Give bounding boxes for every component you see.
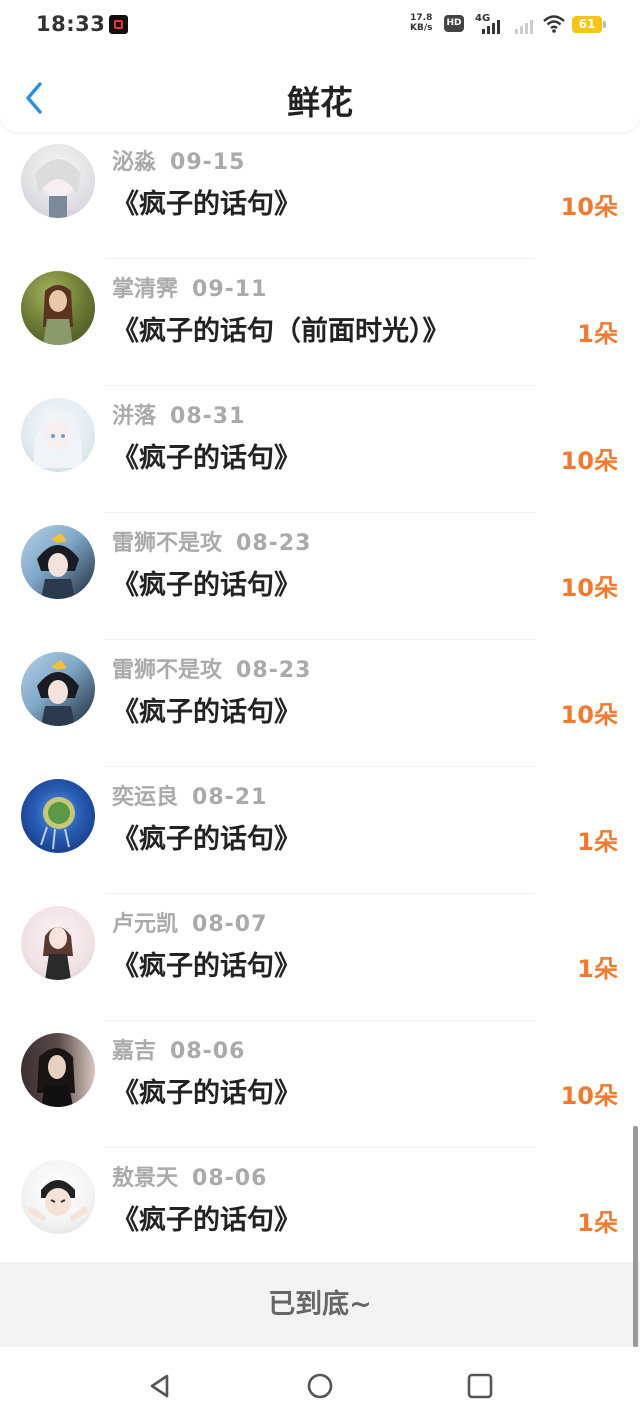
sent-date: 08-23: [236, 658, 312, 683]
list-item[interactable]: 泌淼 09-15 《疯子的话句》 10朵: [0, 132, 640, 259]
sender-meta: 奕运良 08-21: [112, 779, 267, 811]
system-nav-bar: [0, 1347, 640, 1422]
work-title[interactable]: 《疯子的话句》: [112, 690, 301, 729]
flower-count: 1朵: [577, 320, 618, 348]
list-item[interactable]: 掌清霁 09-11 《疯子的话句（前面时光）》 1朵: [0, 259, 640, 386]
sent-date: 08-06: [192, 1166, 268, 1191]
network-speed: 17.8 KB/s: [410, 13, 433, 33]
list-item[interactable]: 嘉吉 08-06 《疯子的话句》 10朵: [0, 1021, 640, 1148]
work-title[interactable]: 《疯子的话句》: [112, 182, 301, 221]
work-title[interactable]: 《疯子的话句》: [112, 817, 301, 856]
flower-count: 10朵: [560, 701, 618, 729]
avatar[interactable]: [21, 144, 95, 218]
sent-date: 08-06: [170, 1039, 246, 1064]
work-title[interactable]: 《疯子的话句》: [112, 944, 301, 983]
sent-date: 09-11: [192, 277, 268, 302]
sender-meta: 雷狮不是攻 08-23: [112, 525, 311, 557]
avatar[interactable]: [21, 525, 95, 599]
list-item[interactable]: 卢元凯 08-07 《疯子的话句》 1朵: [0, 894, 640, 1021]
flower-count: 1朵: [577, 1209, 618, 1237]
flower-count: 10朵: [560, 447, 618, 475]
wifi-icon: [543, 15, 565, 33]
avatar[interactable]: [21, 1033, 95, 1107]
sender-meta: 掌清霁 09-11: [112, 271, 267, 303]
sender-name: 奕运良: [112, 785, 179, 810]
work-title[interactable]: 《疯子的话句》: [112, 1071, 301, 1110]
sender-name: 嘉吉: [112, 1039, 157, 1064]
sender-name: 卢元凯: [112, 912, 179, 937]
flower-count: 10朵: [560, 574, 618, 602]
status-bar: 18:33 17.8 KB/s HD 4G 61: [0, 0, 640, 52]
triangle-back-icon[interactable]: [145, 1371, 175, 1401]
page-header: 鲜花: [0, 52, 640, 132]
sender-meta: 嘉吉 08-06: [112, 1033, 245, 1065]
sender-name: 掌清霁: [112, 277, 179, 302]
flower-record-list: 泌淼 09-15 《疯子的话句》 10朵 掌清霁 09-11 《疯子的话句（前面时光…: [0, 132, 640, 1275]
sender-meta: 卢元凯 08-07: [112, 906, 267, 938]
sent-date: 08-07: [192, 912, 268, 937]
network-type: 4G: [475, 13, 491, 24]
sender-name: 雷狮不是攻: [112, 658, 223, 683]
flower-count: 10朵: [560, 193, 618, 221]
sender-name: 泌淼: [112, 150, 157, 175]
scrollbar-thumb[interactable]: [633, 1126, 638, 1347]
flower-count: 10朵: [560, 1082, 618, 1110]
list-item[interactable]: 雷狮不是攻 08-23 《疯子的话句》 10朵: [0, 640, 640, 767]
work-title[interactable]: 《疯子的话句》: [112, 1198, 301, 1237]
list-item[interactable]: 洴落 08-31 《疯子的话句》 10朵: [0, 386, 640, 513]
battery-indicator: 61: [572, 16, 606, 33]
status-time: 18:33: [36, 12, 106, 36]
sent-date: 08-21: [192, 785, 268, 810]
avatar[interactable]: [21, 652, 95, 726]
avatar[interactable]: [21, 779, 95, 853]
avatar[interactable]: [21, 906, 95, 980]
work-title[interactable]: 《疯子的话句（前面时光）》: [112, 309, 450, 348]
avatar[interactable]: [21, 271, 95, 345]
avatar[interactable]: [21, 1160, 95, 1234]
square-recents-icon[interactable]: [465, 1371, 495, 1401]
sender-name: 洴落: [112, 404, 157, 429]
circle-home-icon[interactable]: [305, 1371, 335, 1401]
work-title[interactable]: 《疯子的话句》: [112, 436, 301, 475]
sender-meta: 敖景天 08-06: [112, 1160, 267, 1192]
flower-count: 1朵: [577, 828, 618, 856]
work-title[interactable]: 《疯子的话句》: [112, 563, 301, 602]
sender-meta: 泌淼 09-15: [112, 144, 245, 176]
sender-name: 敖景天: [112, 1166, 179, 1191]
sent-date: 08-23: [236, 531, 312, 556]
sent-date: 08-31: [170, 404, 246, 429]
flower-count: 1朵: [577, 955, 618, 983]
sender-meta: 雷狮不是攻 08-23: [112, 652, 311, 684]
sender-meta: 洴落 08-31: [112, 398, 245, 430]
end-of-list-footer: 已到底~: [0, 1262, 640, 1347]
list-item[interactable]: 奕运良 08-21 《疯子的话句》 1朵: [0, 767, 640, 894]
sent-date: 09-15: [170, 150, 246, 175]
hd-voice-icon: HD: [444, 15, 464, 32]
sender-name: 雷狮不是攻: [112, 531, 223, 556]
screen-record-icon: [109, 15, 128, 34]
page-title: 鲜花: [287, 83, 353, 122]
avatar[interactable]: [21, 398, 95, 472]
list-item[interactable]: 雷狮不是攻 08-23 《疯子的话句》 10朵: [0, 513, 640, 640]
list-item[interactable]: 敖景天 08-06 《疯子的话句》 1朵: [0, 1148, 640, 1275]
